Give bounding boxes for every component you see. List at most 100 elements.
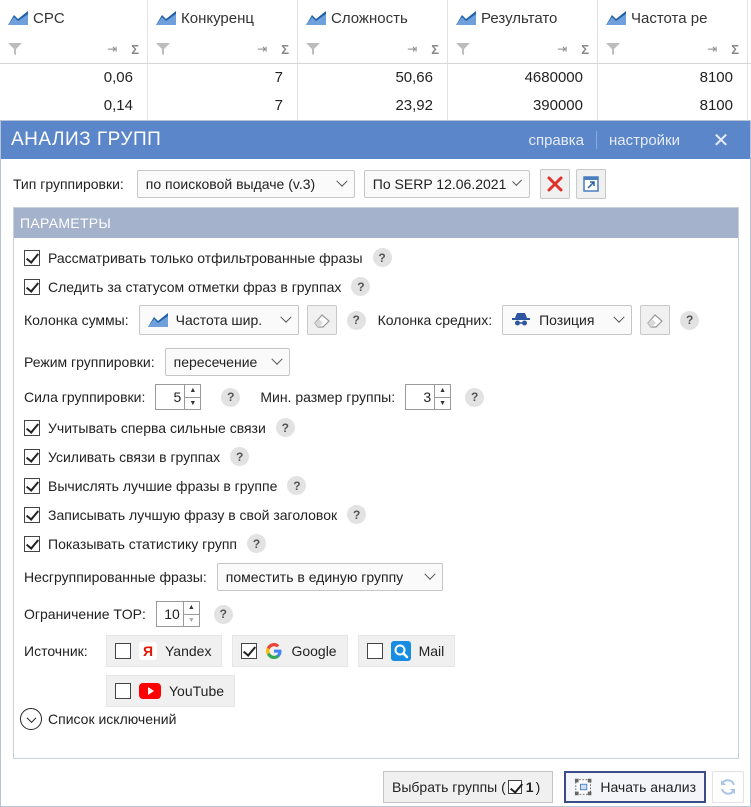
top-limit-stepper[interactable]: 10 ▲ ▼ (155, 601, 200, 627)
close-icon[interactable]: ✕ (692, 128, 750, 153)
strength-label: Сила группировки: (24, 389, 146, 405)
strength-row: Сила группировки: 5 ▲ ▼ ? Мин. размер гру… (24, 384, 485, 410)
track-status-checkbox[interactable] (24, 278, 40, 295)
show-stats-checkbox[interactable] (24, 535, 40, 552)
yandex-icon: Я (139, 642, 157, 660)
increment-icon[interactable]: ▲ (435, 385, 451, 398)
google-checkbox[interactable] (241, 643, 258, 659)
strong-first-label[interactable]: Учитывать сперва сильные связи (48, 420, 266, 436)
table-row[interactable]: 0,14 7 23,92 390000 8100 (0, 92, 751, 120)
chevron-down-icon (512, 176, 523, 187)
select-groups-count: 1 (525, 779, 534, 795)
table-row[interactable]: 0,06 7 50,66 4680000 8100 (0, 64, 751, 92)
column-header-competition[interactable]: Конкуренц ⇥ Σ (148, 0, 298, 63)
strengthen-checkbox[interactable] (24, 448, 40, 465)
increment-icon[interactable]: ▲ (185, 385, 201, 398)
yandex-checkbox[interactable] (115, 643, 131, 659)
grouping-mode-select[interactable]: пересечение (164, 348, 290, 376)
column-header-difficulty[interactable]: Сложность ⇥ Σ (298, 0, 448, 63)
keyword-table: CPC ⇥ Σ Конкуренц ⇥ Σ Сложность ⇥ Σ Результ… (0, 0, 751, 120)
refresh-button[interactable] (712, 771, 744, 803)
help-icon[interactable]: ? (347, 505, 367, 524)
filter-icon[interactable] (8, 42, 22, 56)
filter-icon[interactable] (156, 42, 170, 56)
exclusions-expander[interactable]: Список исключений (20, 708, 176, 730)
help-icon[interactable]: ? (465, 387, 485, 407)
filter-icon[interactable] (606, 42, 620, 56)
help-icon[interactable]: ? (213, 604, 233, 624)
select-groups-button[interactable]: Выбрать группы ( 1 ) (383, 771, 553, 803)
sum-icon[interactable]: Σ (581, 42, 589, 57)
min-size-stepper[interactable]: 3 ▲ ▼ (405, 384, 452, 410)
ungrouped-label: Несгруппированные фразы: (24, 569, 207, 585)
help-icon[interactable]: ? (372, 248, 392, 267)
stepper-arrows: ▲ ▼ (434, 385, 451, 410)
best-phrases-checkbox[interactable] (24, 477, 40, 494)
strength-value[interactable]: 5 (156, 385, 184, 409)
sum-icon[interactable]: Σ (731, 42, 739, 57)
track-status-label[interactable]: Следить за статусом отметки фраз в групп… (48, 279, 341, 295)
sum-icon[interactable]: Σ (431, 42, 439, 57)
table-cell: 8100 (598, 92, 748, 120)
serp-date-select[interactable]: По SERP 12.06.2021 (363, 170, 530, 198)
exclusions-label[interactable]: Список исключений (48, 711, 176, 727)
avg-column-select[interactable]: Позиция (502, 305, 633, 335)
only-filtered-checkbox[interactable] (24, 249, 40, 266)
filter-icon[interactable] (456, 42, 470, 56)
columns-row: Колонка суммы: Частота шир. ? Колонка ср… (24, 305, 700, 335)
strengthen-label[interactable]: Усиливать связи в группах (48, 449, 220, 465)
pin-icon[interactable]: ⇥ (107, 42, 117, 56)
help-icon[interactable]: ? (287, 476, 307, 495)
settings-link[interactable]: настройки (597, 132, 692, 149)
increment-icon[interactable]: ▲ (183, 602, 199, 615)
help-icon[interactable]: ? (275, 418, 295, 437)
delete-serp-button[interactable] (539, 169, 570, 199)
start-analysis-button[interactable]: Начать анализ (564, 771, 706, 803)
top-limit-value[interactable]: 10 (157, 602, 183, 626)
best-phrases-label[interactable]: Вычислять лучшие фразы в группе (48, 478, 277, 494)
source-youtube[interactable]: YouTube (106, 675, 236, 707)
write-best-checkbox[interactable] (24, 506, 40, 523)
only-filtered-label[interactable]: Рассматривать только отфильтрованные фра… (48, 250, 363, 266)
sum-icon[interactable]: Σ (281, 42, 289, 57)
source-google[interactable]: Google (232, 635, 348, 667)
column-header-cpc[interactable]: CPC ⇥ Σ (0, 0, 148, 63)
help-icon[interactable]: ? (247, 534, 267, 553)
chevron-down-icon[interactable] (20, 708, 42, 730)
help-icon[interactable]: ? (680, 310, 700, 330)
mail-checkbox[interactable] (366, 643, 383, 659)
min-size-value[interactable]: 3 (406, 385, 434, 409)
source-yandex[interactable]: Я Yandex (106, 635, 223, 667)
help-icon[interactable]: ? (346, 310, 366, 330)
help-icon[interactable]: ? (221, 387, 241, 407)
pin-icon[interactable]: ⇥ (407, 42, 417, 56)
grouping-type-select[interactable]: по поисковой выдаче (v.3) (136, 170, 355, 198)
grouping-type-row: Тип группировки: по поисковой выдаче (v.… (13, 169, 606, 199)
help-link[interactable]: справка (516, 132, 596, 149)
strong-first-checkbox[interactable] (24, 419, 40, 436)
decrement-icon[interactable]: ▼ (184, 615, 199, 627)
decrement-icon[interactable]: ▼ (185, 398, 200, 410)
clear-sum-column-button[interactable] (306, 305, 337, 335)
show-stats-label[interactable]: Показывать статистику групп (48, 536, 237, 552)
pin-icon[interactable]: ⇥ (557, 42, 567, 56)
pin-icon[interactable]: ⇥ (257, 42, 267, 56)
filter-icon[interactable] (306, 42, 320, 56)
sum-column-select[interactable]: Частота шир. (138, 305, 299, 335)
column-header-frequency[interactable]: Частота ре ⇥ Σ (598, 0, 748, 63)
open-serp-button[interactable] (575, 169, 606, 199)
column-type-icon (156, 11, 176, 25)
sum-icon[interactable]: Σ (131, 42, 139, 57)
source-mail[interactable]: Mail (357, 635, 456, 667)
help-icon[interactable]: ? (351, 277, 371, 296)
chevron-down-icon (279, 311, 292, 323)
clear-avg-column-button[interactable] (640, 305, 671, 335)
write-best-label[interactable]: Записывать лучшую фразу в свой заголовок (48, 507, 337, 523)
pin-icon[interactable]: ⇥ (707, 42, 717, 56)
strength-stepper[interactable]: 5 ▲ ▼ (155, 384, 202, 410)
youtube-checkbox[interactable] (115, 683, 131, 699)
ungrouped-select[interactable]: поместить в единую группу (216, 563, 443, 591)
decrement-icon[interactable]: ▼ (435, 398, 450, 410)
help-icon[interactable]: ? (230, 447, 250, 466)
column-header-results[interactable]: Результато ⇥ Σ (448, 0, 598, 63)
